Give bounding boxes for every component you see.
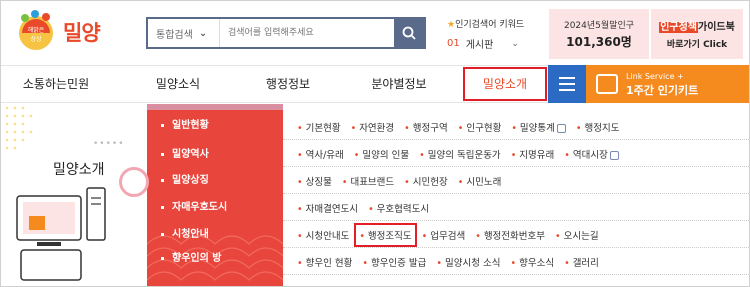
link-item[interactable]: 향우인 현황 (297, 255, 353, 269)
submenu-item-history[interactable]: 밀양역사 (161, 145, 209, 165)
link-service-label: Link Service + (626, 72, 684, 81)
link-item-org-chart[interactable]: 행정조직도 (354, 223, 417, 247)
link-item[interactable]: 자매결연도시 (297, 201, 358, 215)
nav-selection-highlight (463, 67, 547, 101)
link-item[interactable]: 향우인증 발급 (362, 255, 426, 269)
link-item[interactable]: 향우소식 (511, 255, 554, 269)
submenu-panel: 일반현황 밀양역사 밀양상징 자매우호도시 시청안내 향우인의 방 (147, 104, 283, 286)
link-item[interactable]: 인구현황 (458, 120, 501, 134)
link-item[interactable]: 업무검색 (422, 228, 465, 242)
link-row: 상징물 대표브랜드 시민헌장 시민노래 (283, 169, 749, 194)
link-item[interactable]: 자연환경 (351, 120, 394, 134)
nav-item-admin[interactable]: 행정정보 (245, 66, 331, 102)
star-icon: ★ (447, 20, 456, 30)
submenu-item-symbols[interactable]: 밀양상징 (161, 171, 209, 191)
logo-emblem-icon: 해맑은 상상 (19, 10, 53, 50)
submenu-links: 기본현황 자연환경 행정구역 인구현황 밀양통계 행정지도 역사/유래 밀양의 … (283, 104, 749, 286)
link-row: 시청안내도 행정조직도 업무검색 행정전화번호부 오시는길 (283, 223, 749, 248)
link-item[interactable]: 역대시장 (564, 147, 619, 161)
link-item[interactable]: 우호협력도시 (368, 201, 429, 215)
link-item[interactable]: 행정구역 (404, 120, 448, 134)
search-icon (402, 26, 416, 40)
link-item[interactable]: 갤러리 (564, 255, 599, 269)
popular-title: 인기검색어 키워드 (455, 20, 525, 30)
link-item[interactable]: 대표브랜드 (342, 174, 394, 188)
chevron-down-icon: ⌄ (198, 27, 208, 39)
decorative-circle (119, 167, 149, 197)
link-item[interactable]: 밀양의 독립운동가 (419, 147, 501, 161)
side-panel (1, 104, 141, 286)
guide-highlight: 인구정책 (659, 22, 698, 33)
link-item[interactable]: 밀양통계 (511, 120, 566, 134)
guide-title: 가이드북 (698, 22, 735, 33)
popular-keyword-item[interactable]: 01 게시판 ⌄ (447, 36, 547, 51)
nav-item-news[interactable]: 밀양소식 (135, 66, 221, 102)
link-item[interactable]: 상징물 (297, 174, 332, 188)
link-item[interactable]: 시청안내도 (297, 228, 350, 242)
svg-text:상상: 상상 (30, 35, 42, 43)
link-item[interactable]: 행정지도 (576, 120, 620, 134)
population-value: 101,360명 (566, 35, 632, 49)
link-item[interactable]: 밀양의 인물 (354, 147, 409, 161)
population-label: 2024년5월말인구 (563, 21, 635, 31)
external-link-icon (556, 124, 566, 133)
link-row: 향우인 현황 향우인증 발급 밀양시청 소식 향우소식 갤러리 (283, 250, 749, 275)
search-scope-select[interactable]: 통합검색 ⌄ (148, 19, 220, 47)
link-item[interactable]: 지명유래 (511, 147, 554, 161)
external-link-icon (609, 151, 619, 160)
link-service-banner[interactable]: Link Service + 1주간 인기키트 (586, 65, 749, 103)
link-service-title: 1주간 인기키트 (626, 84, 699, 97)
svg-text:해맑은: 해맑은 (28, 26, 45, 34)
submenu-item-hometown[interactable]: 향우인의 방 (161, 249, 221, 269)
submenu-item-city-hall[interactable]: 시청안내 (161, 225, 209, 245)
search-button[interactable] (394, 19, 424, 47)
side-illustration (5, 106, 106, 281)
section-title: 밀양소개 (53, 162, 105, 178)
link-row: 역사/유래 밀양의 인물 밀양의 독립운동가 지명유래 역대시장 (283, 142, 749, 167)
guidebook-banner[interactable]: 인구정책가이드북 바로가기 Click (651, 9, 743, 59)
decorative-dots: ••••• (93, 139, 125, 149)
page: 해맑은 상상 밀양 통합검색 ⌄ ★인기검색어 키워드 01 게시판 ⌄ 2 (0, 0, 750, 287)
site-logo[interactable]: 해맑은 상상 밀양 (13, 7, 103, 57)
submenu-top-strip (147, 104, 283, 110)
chevron-down-icon[interactable]: ⌄ (511, 39, 519, 49)
link-item[interactable]: 오시는길 (555, 228, 599, 242)
hamburger-icon (559, 77, 575, 79)
nav-item-civil[interactable]: 소통하는민원 (9, 66, 103, 102)
submenu-item-sister-cities[interactable]: 자매우호도시 (161, 198, 227, 218)
submenu-item-general[interactable]: 일반현황 (161, 116, 209, 136)
monitor-icon (596, 74, 618, 94)
link-row: 기본현황 자연환경 행정구역 인구현황 밀양통계 행정지도 (283, 115, 749, 140)
guide-cta: 바로가기 Click (666, 40, 728, 50)
link-item[interactable]: 기본현황 (297, 120, 341, 134)
nav-item-fields[interactable]: 분야별정보 (349, 66, 449, 102)
link-row: 자매결연도시 우호협력도시 (283, 196, 749, 221)
link-item[interactable]: 시민노래 (458, 174, 501, 188)
link-item[interactable]: 행정전화번호부 (475, 228, 545, 242)
link-item[interactable]: 시민헌장 (404, 174, 448, 188)
keyword-text: 게시판 (465, 40, 494, 51)
search-input[interactable] (220, 19, 394, 47)
keyword-rank: 01 (447, 38, 460, 49)
popular-keywords: ★인기검색어 키워드 01 게시판 ⌄ (447, 17, 547, 51)
logo-name: 밀양 (63, 21, 101, 45)
menu-button[interactable] (548, 65, 586, 103)
population-card[interactable]: 2024년5월말인구 101,360명 (549, 9, 649, 59)
search-bar: 통합검색 ⌄ (146, 17, 426, 49)
search-scope-label: 통합검색 (156, 29, 193, 41)
link-item[interactable]: 밀양시청 소식 (436, 255, 500, 269)
link-item[interactable]: 역사/유래 (297, 147, 344, 161)
